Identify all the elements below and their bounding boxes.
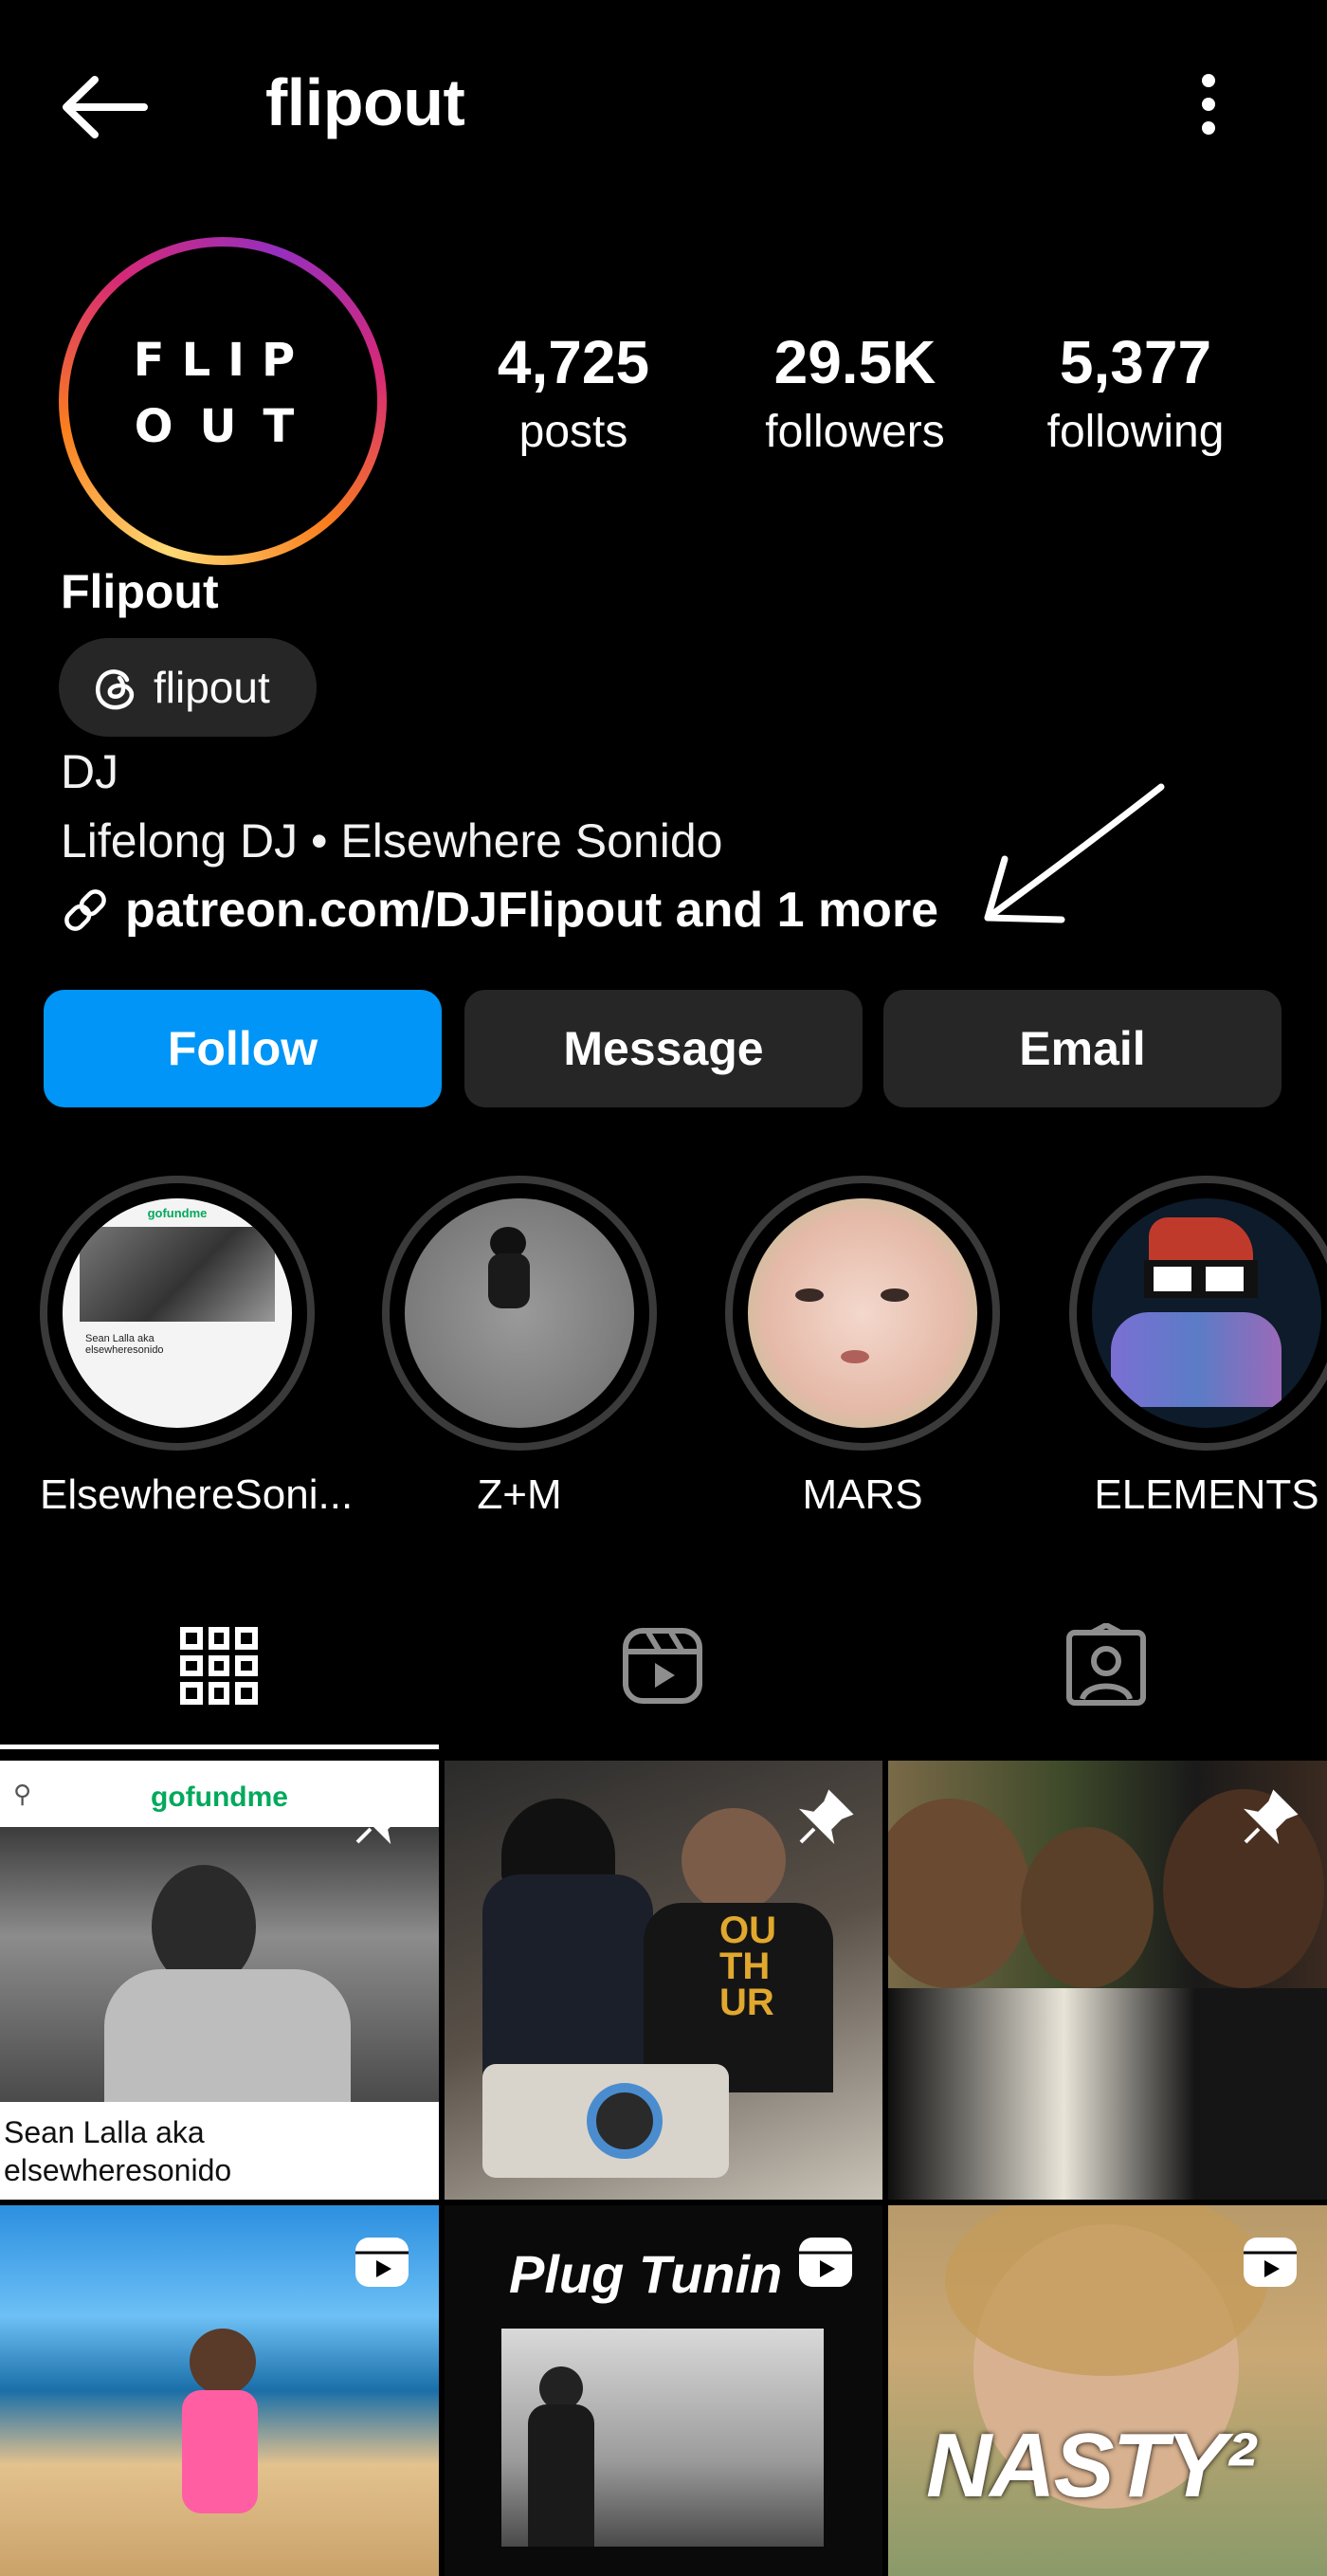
more-vertical-icon[interactable] xyxy=(1190,74,1227,137)
highlight-elsewheresonido[interactable]: gofundme Sean Lalla aka elsewheresonido E… xyxy=(40,1176,354,1519)
grid-icon[interactable] xyxy=(176,1623,262,1708)
arrow-left-icon[interactable] xyxy=(57,74,152,140)
highlight-thumbnail: gofundme Sean Lalla aka elsewheresonido xyxy=(63,1198,292,1428)
highlight-label: ElsewhereSoni... xyxy=(40,1471,354,1518)
followers-label: followers xyxy=(765,407,945,457)
following-count: 5,377 xyxy=(1059,328,1212,396)
flipout-logo: FLIP OUT xyxy=(80,258,366,544)
post-tile[interactable]: ⚲ gofundme Sean Lalla aka elsewheresonid… xyxy=(0,1761,439,2200)
highlight-label: ELEMENTS xyxy=(1094,1471,1319,1518)
pin-icon xyxy=(354,1789,410,1845)
post-overlay-text: Plug Tunin xyxy=(509,2244,783,2304)
shirt-text: OU TH UR xyxy=(719,1909,776,2023)
posts-label: posts xyxy=(518,407,628,457)
post-tile[interactable] xyxy=(0,2205,439,2576)
logo-line-2: OUT xyxy=(134,400,321,453)
followers-count: 29.5K xyxy=(773,328,936,396)
reels-icon[interactable] xyxy=(620,1623,705,1708)
highlight-mars[interactable]: MARS xyxy=(725,1176,1000,1519)
highlight-zm[interactable]: Z+M xyxy=(382,1176,657,1519)
highlight-thumbnail xyxy=(1092,1198,1321,1428)
highlight-elements[interactable]: ELEMENTS xyxy=(1069,1176,1327,1519)
post-tile[interactable]: OU TH UR xyxy=(445,1761,882,2200)
post-caption: Sean Lalla aka elsewheresonido xyxy=(4,2115,232,2187)
link-icon xyxy=(64,889,106,931)
highlight-label: Z+M xyxy=(477,1471,562,1518)
highlight-thumbnail xyxy=(748,1198,977,1428)
post-photo xyxy=(501,2329,824,2547)
logo-line-1: FLIP xyxy=(133,334,313,387)
avatar[interactable]: FLIP OUT xyxy=(59,237,387,565)
followers-stat[interactable]: 29.5K followers xyxy=(732,332,978,455)
reel-icon xyxy=(799,2238,852,2287)
following-label: following xyxy=(1046,407,1225,457)
email-button[interactable]: Email xyxy=(883,990,1282,1107)
tagged-icon[interactable] xyxy=(1063,1621,1149,1708)
post-tile[interactable]: NASTY² xyxy=(888,2205,1327,2576)
reel-icon xyxy=(355,2238,409,2287)
pin-icon xyxy=(798,1789,854,1845)
reel-icon xyxy=(1244,2238,1297,2287)
posts-count: 4,725 xyxy=(497,328,650,396)
post-tile[interactable]: Plug Tunin xyxy=(445,2205,882,2576)
threads-handle: flipout xyxy=(154,663,270,712)
follow-button[interactable]: Follow xyxy=(44,990,442,1107)
post-overlay-text: NASTY² xyxy=(926,2415,1255,2516)
active-tab-indicator xyxy=(0,1745,439,1749)
post-tile[interactable] xyxy=(888,1761,1327,2200)
bio-link-text: patreon.com/DJFlipout and 1 more xyxy=(125,883,939,938)
category-label: DJ xyxy=(61,745,119,798)
message-button[interactable]: Message xyxy=(464,990,863,1107)
pin-icon xyxy=(1243,1789,1299,1845)
bio-link[interactable]: patreon.com/DJFlipout and 1 more xyxy=(59,882,938,939)
display-name: Flipout xyxy=(61,565,219,618)
posts-stat[interactable]: 4,725 posts xyxy=(450,332,697,455)
bio-text: Lifelong DJ • Elsewhere Sonido xyxy=(61,814,723,868)
highlight-label: MARS xyxy=(802,1471,923,1518)
following-stat[interactable]: 5,377 following xyxy=(1012,332,1259,455)
highlight-thumbnail xyxy=(405,1198,634,1428)
annotation-arrow-icon xyxy=(967,776,1175,937)
post-photo xyxy=(0,1827,439,2102)
threads-badge[interactable]: flipout xyxy=(59,638,317,737)
profile-username: flipout xyxy=(265,65,465,139)
threads-icon xyxy=(96,669,135,710)
